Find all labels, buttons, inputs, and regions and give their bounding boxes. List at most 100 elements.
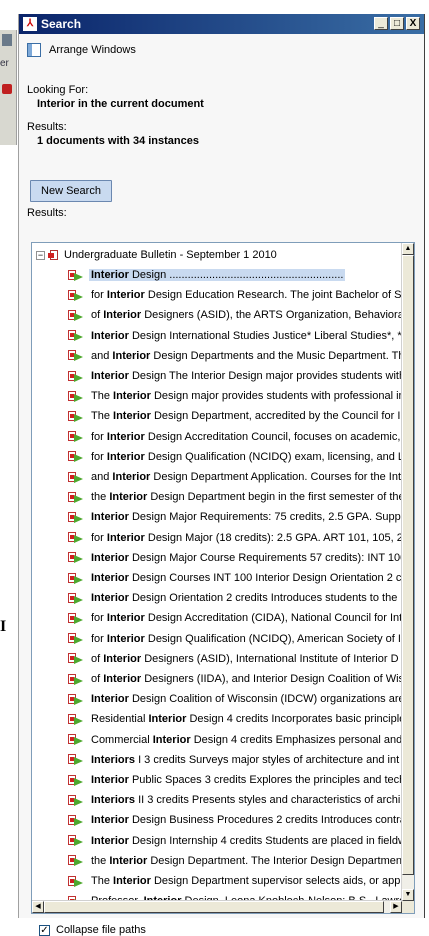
search-result-row[interactable]: for Interior Design Qualification (NCIDQ… [68,449,402,465]
scroll-up-button[interactable]: ▲ [402,243,414,255]
search-result-row[interactable]: The Interior Design Department, accredit… [68,408,402,424]
search-hit-icon [68,349,84,362]
arrange-windows-label: Arrange Windows [49,44,136,56]
scroll-right-button[interactable]: ▶ [390,901,402,913]
search-result-row[interactable]: Interior Design Courses INT 100 Interior… [68,570,402,586]
close-button[interactable]: X [406,17,420,30]
tree-root[interactable]: − Undergraduate Bulletin - September 1 2… [36,247,277,263]
search-result-text: and Interior Design Department Applicati… [91,471,402,483]
search-hit-icon [68,551,84,564]
pdf-file-icon [48,249,60,261]
search-result-text: Interior Public Spaces 3 credits Explore… [91,774,402,786]
search-result-row[interactable]: Commercial Interior Design 4 credits Emp… [68,732,402,748]
search-result-row[interactable]: for Interior Design Education Research. … [68,287,402,303]
search-hit-icon [68,774,84,787]
collapse-file-paths-label: Collapse file paths [56,924,146,936]
search-result-text: Interior Design Courses INT 100 Interior… [91,572,402,584]
search-result-row[interactable]: of Interior Designers (ASID), the ARTS O… [68,307,402,323]
background-tool-icon [2,84,12,94]
search-hit-icon [68,329,84,342]
search-result-text: Interior Design Business Procedures 2 cr… [91,814,402,827]
search-hit-icon [68,309,84,322]
search-result-text: for Interior Design Major (18 credits): … [91,531,402,544]
search-result-row[interactable]: Interior Design Orientation 2 credits In… [68,590,399,606]
search-result-row[interactable]: Interior Design Major Requirements: 75 c… [68,509,402,525]
horizontal-scrollbar[interactable]: ◀ ▶ [32,900,402,913]
collapse-file-paths-checkbox[interactable]: ✓ [39,924,50,936]
search-hit-icon [68,733,84,746]
results-tree-viewport: − Undergraduate Bulletin - September 1 2… [32,243,402,901]
title-bar[interactable]: ⅄ Search _ □ X [19,14,424,34]
search-result-row[interactable]: Interiors II 3 credits Presents styles a… [68,792,402,808]
search-result-row[interactable]: Interior Design ........................… [68,267,346,283]
search-hit-icon [68,269,84,282]
search-result-text: Commercial Interior Design 4 credits Emp… [91,733,402,746]
window-title: Search [41,17,82,31]
results-summary: 1 documents with 34 instances [37,135,199,147]
results-tree[interactable]: − Undergraduate Bulletin - September 1 2… [31,242,415,914]
background-toolbar: er [0,30,17,145]
search-result-text: of Interior Designers (ASID), Internatio… [91,652,399,665]
search-result-row[interactable]: for Interior Design Accreditation (CIDA)… [68,610,402,626]
search-hit-icon [68,531,84,544]
results-list-label: Results: [27,207,67,219]
search-hit-icon [68,370,84,383]
maximize-button[interactable]: □ [390,17,404,30]
search-result-row[interactable]: Residential Interior Design 4 credits In… [68,711,402,727]
arrange-windows-icon [27,43,41,57]
search-result-row[interactable]: for Interior Design Major (18 credits): … [68,530,402,546]
collapse-file-paths[interactable]: ✓ Collapse file paths [39,924,146,936]
background-letter: I [0,618,7,635]
search-hit-icon [68,673,84,686]
search-result-text: Interior Design Major Requirements: 75 c… [91,511,402,524]
search-result-row[interactable]: Interior Design Business Procedures 2 cr… [68,812,402,828]
search-result-row[interactable]: The Interior Design Department superviso… [68,873,402,889]
search-hit-icon [68,471,84,484]
background-text: er [0,58,9,69]
vertical-scrollbar[interactable]: ▲ ▼ [401,243,414,901]
search-result-text: Interior Design Major Course Requirement… [91,551,402,564]
search-result-text: Interior Design The Interior Design majo… [91,370,402,382]
search-result-text: Interior Design ........................… [89,269,346,281]
minimize-button[interactable]: _ [374,17,388,30]
search-result-row[interactable]: and Interior Design Department Applicati… [68,469,402,485]
search-result-row[interactable]: of Interior Designers (IIDA), and Interi… [68,671,402,687]
collapse-toggle[interactable]: − [36,250,45,260]
search-result-row[interactable]: Interiors I 3 credits Surveys major styl… [68,752,401,768]
search-result-row[interactable]: and Interior Design Departments and the … [68,348,402,364]
horizontal-scroll-thumb[interactable] [44,901,384,913]
search-result-text: and Interior Design Departments and the … [91,349,402,362]
search-hit-icon [68,612,84,625]
search-result-row[interactable]: Interior Design Major Course Requirement… [68,550,402,566]
search-hit-icon [68,491,84,504]
scroll-left-button[interactable]: ◀ [32,901,44,913]
search-result-row[interactable]: Interior Public Spaces 3 credits Explore… [68,772,402,788]
search-result-row[interactable]: of Interior Designers (ASID), Internatio… [68,651,401,667]
search-result-text: The Interior Design Department superviso… [91,875,402,887]
search-hit-icon [68,511,84,524]
search-result-text: of Interior Designers (IIDA), and Interi… [91,673,402,685]
scroll-down-button[interactable]: ▼ [402,889,414,901]
vertical-scroll-thumb[interactable] [402,255,414,875]
search-result-row[interactable]: The Interior Design major provides stude… [68,388,402,404]
search-hit-icon [68,713,84,726]
looking-for-label: Looking For: [27,84,89,96]
search-result-row[interactable]: Interior Design Coalition of Wisconsin (… [68,691,402,707]
new-search-button[interactable]: New Search [30,180,112,202]
search-result-row[interactable]: the Interior Design Department begin in … [68,489,402,505]
document-title: Undergraduate Bulletin - September 1 201… [64,249,277,261]
search-hit-icon [68,753,84,766]
background-tool-icon [2,34,12,46]
search-result-text: Interior Design International Studies Ju… [91,329,402,342]
search-result-row[interactable]: Interior Design The Interior Design majo… [68,368,402,384]
arrange-windows-button[interactable]: Arrange Windows [27,43,136,57]
search-result-row[interactable]: Interior Design Internship 4 credits Stu… [68,833,402,849]
search-result-row[interactable]: for Interior Design Qualification (NCIDQ… [68,631,402,647]
search-result-text: The Interior Design Department, accredit… [91,410,402,423]
search-result-row[interactable]: the Interior Design Department. The Inte… [68,853,402,869]
search-result-row[interactable]: for Interior Design Accreditation Counci… [68,429,402,445]
search-result-row[interactable]: Interior Design International Studies Ju… [68,328,402,344]
search-hit-icon [68,834,84,847]
search-result-text: Interior Design Coalition of Wisconsin (… [91,693,402,706]
search-hit-icon [68,875,84,888]
